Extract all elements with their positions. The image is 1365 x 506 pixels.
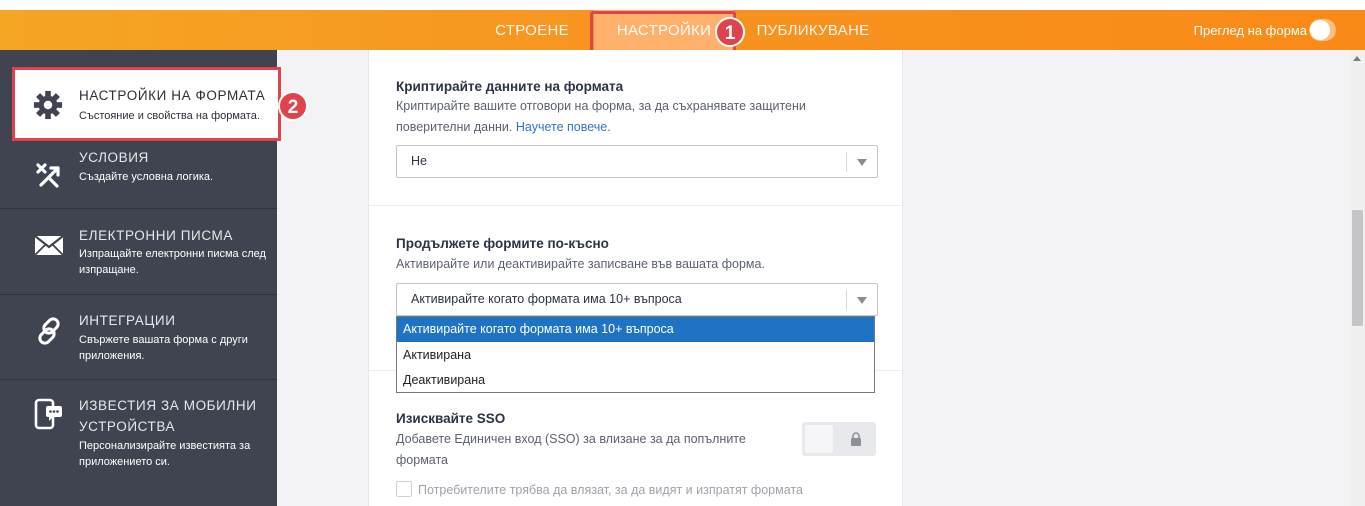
link-icon bbox=[38, 317, 60, 345]
continue-later-label: Продължете формите по-късно bbox=[396, 236, 609, 251]
encrypt-desc-line2: поверителни данни. bbox=[396, 120, 513, 134]
form-preview-toggle[interactable] bbox=[1309, 19, 1336, 41]
sso-description: Добавете Единичен вход (SSO) за влизане … bbox=[396, 429, 746, 471]
tab-build[interactable]: СТРОЕНЕ bbox=[484, 10, 580, 50]
step-marker-2: 2 bbox=[278, 91, 308, 121]
sidebar-item-subtitle: Изпращайте електронни писма след изпраща… bbox=[79, 248, 266, 276]
encrypt-label: Криптирайте данните на формата bbox=[396, 79, 624, 94]
conditions-icon bbox=[36, 163, 60, 188]
learn-more-link[interactable]: Научете повече. bbox=[516, 120, 611, 134]
step-marker-1: 1 bbox=[715, 17, 745, 47]
scrollbar-thumb[interactable] bbox=[1352, 210, 1363, 326]
sidebar-item-mobile-notifications[interactable]: ИЗВЕСТИЯ ЗА МОБИЛНИ УСТРОЙСТВА Персонали… bbox=[0, 380, 277, 506]
sso-required-checkbox-label: Потребителите трябва да влязат, за да ви… bbox=[418, 483, 803, 497]
sidebar-item-subtitle: Състояние и свойства на формата. bbox=[79, 110, 260, 122]
sidebar-item-subtitle: Създайте условна логика. bbox=[79, 171, 214, 183]
sidebar-item-title: ИЗВЕСТИЯ ЗА МОБИЛНИ УСТРОЙСТВА bbox=[79, 398, 257, 434]
sso-toggle[interactable] bbox=[802, 422, 876, 456]
sidebar-item-form-settings[interactable]: НАСТРОЙКИ НА ФОРМАТА Състояние и свойств… bbox=[12, 67, 281, 141]
window-top-strip bbox=[0, 0, 1365, 10]
sidebar-item-title: УСЛОВИЯ bbox=[79, 150, 149, 165]
sidebar-item-title: ЕЛЕКТРОННИ ПИСМА bbox=[79, 228, 233, 243]
toggle-knob bbox=[1310, 20, 1330, 40]
form-preview-label: Преглед на форма bbox=[1193, 23, 1307, 38]
top-navigation-bar: СТРОЕНЕ НАСТРОЙКИ ПУБЛИКУВАНЕ bbox=[0, 10, 1365, 54]
encrypt-select-value: Не bbox=[411, 154, 427, 168]
scroll-up-arrow-icon[interactable] bbox=[1353, 56, 1361, 61]
sidebar-item-subtitle: Свържете вашата форма с други приложения… bbox=[79, 334, 248, 362]
encrypt-select[interactable]: Не bbox=[396, 145, 878, 178]
sidebar-item-title: НАСТРОЙКИ НА ФОРМАТА bbox=[79, 88, 266, 103]
continue-later-select[interactable]: Активирайте когато формата има 10+ въпро… bbox=[396, 283, 878, 316]
lock-icon bbox=[851, 432, 861, 446]
chevron-down-icon bbox=[857, 159, 867, 166]
continue-later-options-list: Активирайте когато формата има 10+ въпро… bbox=[396, 316, 875, 393]
select-separator bbox=[846, 152, 847, 172]
dropdown-option[interactable]: Деактивирана bbox=[397, 368, 874, 393]
encrypt-desc-line1: Криптирайте вашите отговори на форма, за… bbox=[396, 99, 806, 113]
continue-later-description: Активирайте или деактивирайте записване … bbox=[396, 257, 765, 271]
envelope-icon bbox=[34, 235, 64, 256]
sso-label: Изисквайте SSO bbox=[396, 411, 506, 426]
mobile-notification-icon bbox=[34, 398, 62, 430]
gear-icon bbox=[33, 90, 63, 120]
sso-desc-line2: формата bbox=[396, 453, 448, 467]
dropdown-option[interactable]: Активирана bbox=[397, 343, 874, 368]
sso-desc-line1: Добавете Единичен вход (SSO) за влизане … bbox=[396, 432, 746, 446]
sidebar-item-subtitle: Персонализирайте известията за приложени… bbox=[79, 440, 251, 468]
tab-publish[interactable]: ПУБЛИКУВАНЕ bbox=[748, 10, 878, 50]
continue-later-select-value: Активирайте когато формата има 10+ въпро… bbox=[411, 292, 682, 306]
encrypt-description: Криптирайте вашите отговори на форма, за… bbox=[396, 96, 806, 138]
sso-required-checkbox[interactable] bbox=[396, 481, 412, 497]
sidebar-item-integrations[interactable]: ИНТЕГРАЦИИ Свържете вашата форма с други… bbox=[0, 295, 277, 380]
select-separator bbox=[846, 290, 847, 310]
section-divider bbox=[369, 205, 904, 206]
toggle-knob bbox=[805, 425, 833, 453]
sidebar-item-title: ИНТЕГРАЦИИ bbox=[79, 313, 176, 328]
sidebar-item-conditions[interactable]: УСЛОВИЯ Създайте условна логика. bbox=[0, 141, 277, 209]
chevron-down-icon bbox=[857, 297, 867, 304]
sidebar-item-emails[interactable]: ЕЛЕКТРОННИ ПИСМА Изпращайте електронни п… bbox=[0, 209, 277, 295]
tab-settings[interactable]: НАСТРОЙКИ bbox=[594, 10, 734, 50]
dropdown-option[interactable]: Активирайте когато формата има 10+ въпро… bbox=[397, 317, 874, 342]
